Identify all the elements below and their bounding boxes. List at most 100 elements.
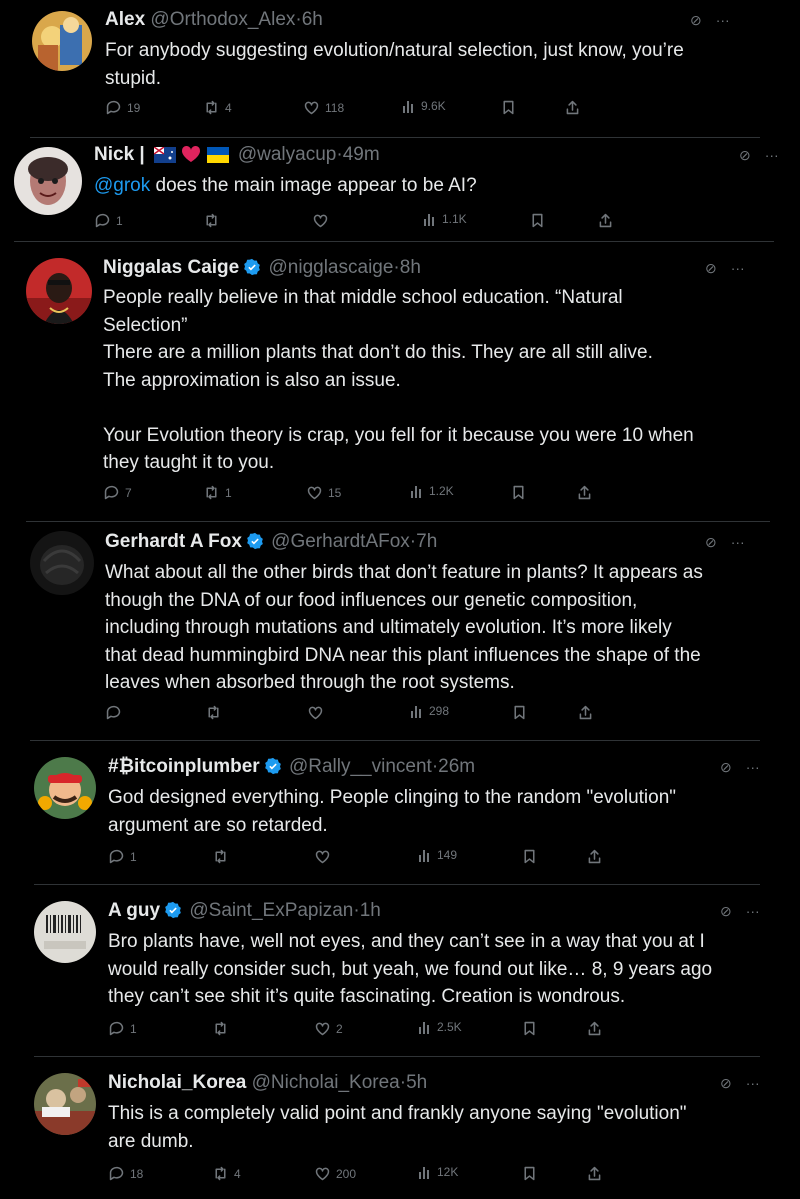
bookmark-button[interactable] (521, 1020, 538, 1037)
author-handle[interactable]: @walyacup (238, 144, 337, 165)
bookmark-button[interactable] (521, 1165, 538, 1182)
like-button[interactable]: 118 (303, 99, 344, 116)
reply-button[interactable]: 18 (108, 1165, 143, 1182)
repost-button[interactable] (203, 212, 225, 229)
more-icon[interactable]: ··· (731, 260, 745, 276)
author-name[interactable]: Gerhardt A Fox (105, 531, 242, 552)
timestamp[interactable]: 49m (343, 144, 380, 165)
more-icon[interactable]: ··· (765, 147, 779, 163)
share-button[interactable] (586, 1165, 603, 1182)
grok-icon[interactable]: ⊘ (720, 759, 732, 776)
views-icon (403, 101, 413, 113)
reply-button[interactable]: 1 (94, 212, 123, 229)
bookmark-icon (514, 705, 525, 720)
tweet-text-line: Bro plants have, well not eyes, and they… (108, 931, 705, 952)
views-button[interactable]: 9.6K (402, 99, 446, 113)
bookmark-button[interactable] (521, 848, 538, 865)
bookmark-icon (524, 1021, 535, 1036)
reply-button[interactable]: 19 (105, 99, 140, 116)
more-icon[interactable]: ··· (746, 759, 760, 775)
author-handle[interactable]: @Rally__vincent (289, 756, 432, 777)
share-button[interactable] (576, 484, 593, 501)
grok-icon[interactable]: ⊘ (705, 260, 717, 277)
like-button[interactable]: 15 (306, 484, 341, 501)
views-button[interactable]: 12K (418, 1165, 458, 1179)
grok-icon[interactable]: ⊘ (705, 534, 717, 551)
verified-badge-icon (165, 901, 181, 919)
author-name[interactable]: A guy (108, 900, 160, 921)
divider (34, 1056, 760, 1057)
bookmark-button[interactable] (529, 212, 546, 229)
timestamp[interactable]: 7h (416, 531, 437, 552)
reply-button[interactable]: 1 (108, 1020, 137, 1037)
grok-icon[interactable]: ⊘ (720, 1075, 732, 1092)
timestamp[interactable]: 1h (360, 900, 381, 921)
more-icon[interactable]: ··· (731, 534, 745, 550)
more-icon[interactable]: ··· (746, 1075, 760, 1091)
author-handle[interactable]: @Orthodox_Alex (150, 9, 295, 30)
bookmark-button[interactable] (511, 704, 528, 721)
repost-button[interactable] (205, 704, 227, 721)
avatar[interactable] (26, 258, 92, 324)
repost-button[interactable]: 1 (203, 484, 232, 501)
views-button[interactable]: 149 (418, 848, 457, 862)
repost-button[interactable]: 4 (203, 99, 232, 116)
views-button[interactable]: 298 (410, 704, 449, 718)
tweet-text-line: argument are so retarded. (108, 814, 328, 836)
repost-button[interactable] (212, 1020, 234, 1037)
author-handle[interactable]: @nigglascaige (269, 257, 394, 278)
tweet-text-line: leaves when absorbed through the root sy… (105, 672, 515, 693)
like-button[interactable] (314, 848, 336, 865)
timestamp[interactable]: 26m (438, 756, 475, 777)
author-name[interactable]: #₿itcoinplumber (108, 756, 260, 777)
author-name[interactable]: Alex (105, 9, 145, 30)
reply-button[interactable]: 7 (103, 484, 132, 501)
share-button[interactable] (586, 848, 603, 865)
like-button[interactable]: 2 (314, 1020, 343, 1037)
timestamp[interactable]: 5h (406, 1072, 427, 1093)
share-button[interactable] (577, 704, 594, 721)
views-button[interactable]: 1.1K (423, 212, 467, 226)
avatar[interactable] (32, 11, 92, 71)
reply-button[interactable]: 1 (108, 848, 137, 865)
timestamp[interactable]: 6h (302, 9, 323, 30)
tweet-text-line (103, 394, 694, 422)
grok-icon[interactable]: ⊘ (690, 12, 702, 29)
bookmark-button[interactable] (500, 99, 517, 116)
author-name[interactable]: Nicholai_Korea (108, 1072, 246, 1093)
avatar[interactable] (30, 531, 94, 595)
like-button[interactable]: 200 (314, 1165, 356, 1182)
bookmark-button[interactable] (510, 484, 527, 501)
grok-icon[interactable]: ⊘ (720, 903, 732, 920)
share-button[interactable] (564, 99, 581, 116)
share-button[interactable] (586, 1020, 603, 1037)
author-handle[interactable]: @Saint_ExPapizan (189, 900, 353, 921)
author-handle[interactable]: @Nicholai_Korea (252, 1072, 400, 1093)
mention-link[interactable]: @grok (94, 175, 150, 196)
repost-button[interactable]: 4 (212, 1165, 241, 1182)
avatar[interactable] (14, 147, 82, 215)
avatar[interactable] (34, 1073, 96, 1135)
tweet-text-line: though the DNA of our food influences ou… (105, 589, 638, 611)
repost-icon (206, 100, 217, 115)
avatar[interactable] (34, 757, 96, 819)
more-icon[interactable]: ··· (746, 903, 760, 919)
repost-button[interactable] (212, 848, 234, 865)
reply-icon (95, 213, 110, 228)
views-icon (411, 706, 421, 718)
reply-button[interactable] (105, 704, 127, 721)
more-icon[interactable]: ··· (716, 12, 730, 28)
author-name[interactable]: Nick | (94, 144, 145, 165)
share-button[interactable] (597, 212, 614, 229)
author-name[interactable]: Niggalas Caige (103, 257, 239, 278)
timestamp[interactable]: 8h (400, 257, 421, 278)
divider (14, 241, 774, 242)
views-icon (419, 1167, 429, 1179)
views-button[interactable]: 2.5K (418, 1020, 462, 1034)
grok-icon[interactable]: ⊘ (739, 147, 751, 164)
avatar[interactable] (34, 901, 96, 963)
like-button[interactable] (307, 704, 329, 721)
views-button[interactable]: 1.2K (410, 484, 454, 498)
author-handle[interactable]: @GerhardtAFox (271, 531, 410, 552)
like-button[interactable] (312, 212, 334, 229)
